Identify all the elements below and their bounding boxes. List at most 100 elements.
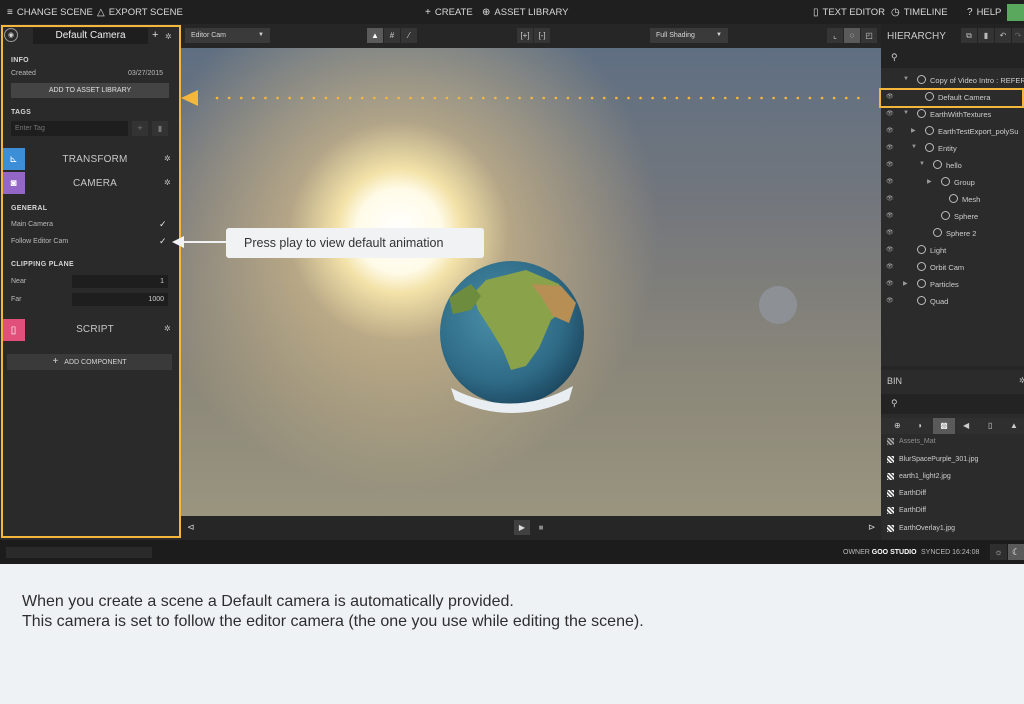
gear-icon[interactable]: ✲ bbox=[164, 178, 171, 187]
bin-item[interactable]: BlurSpacePurple_301.jpg bbox=[887, 456, 978, 463]
far-field[interactable]: 1000 bbox=[72, 293, 168, 306]
frame-icon[interactable]: [+] bbox=[517, 28, 533, 43]
hierarchy-row[interactable]: 👁 Light bbox=[881, 242, 1024, 259]
asset-library-button[interactable]: ⊕ ASSET LIBRARY bbox=[482, 0, 569, 24]
landscape-icon[interactable]: ▲ bbox=[367, 28, 383, 43]
bin-item[interactable]: EarthDiff bbox=[887, 490, 926, 497]
bin-search[interactable]: ⚲ bbox=[881, 394, 1024, 414]
gear-icon[interactable]: ✲ bbox=[165, 32, 172, 41]
add-component-button[interactable]: + ADD COMPONENT bbox=[7, 354, 172, 370]
hierarchy-search[interactable]: ⚲ bbox=[881, 48, 1024, 68]
gear-icon[interactable]: ✲ bbox=[164, 154, 171, 163]
hierarchy-row[interactable]: 👁 Quad bbox=[881, 293, 1024, 310]
hierarchy-row[interactable]: 👁 Default Camera bbox=[881, 89, 1024, 106]
hierarchy-row[interactable]: 👁 Mesh bbox=[881, 191, 1024, 208]
eye-icon[interactable]: 👁 bbox=[886, 195, 894, 202]
transform-header[interactable]: TRANSFORM bbox=[30, 154, 160, 165]
follow-editor-cam-checkbox[interactable]: ✓ bbox=[159, 236, 167, 247]
distant-sphere[interactable] bbox=[759, 286, 797, 324]
camera-select[interactable]: Editor Cam ▼ bbox=[185, 28, 270, 43]
hierarchy-row[interactable]: 👁 Orbit Cam bbox=[881, 259, 1024, 276]
texture-icon bbox=[887, 438, 894, 445]
rotate-icon[interactable]: ◌ bbox=[844, 28, 860, 43]
collapse-left-icon[interactable]: ⊲ bbox=[187, 522, 195, 533]
wand-icon[interactable]: ⁄ bbox=[401, 28, 417, 43]
stop-button[interactable]: ■ bbox=[533, 520, 549, 535]
trash-icon[interactable]: ▮ bbox=[978, 28, 994, 43]
eye-icon[interactable]: 👁 bbox=[886, 263, 894, 270]
help-button[interactable]: ? HELP bbox=[967, 0, 1001, 24]
eye-icon[interactable]: 👁 bbox=[886, 127, 894, 134]
sun-icon[interactable]: ☼ bbox=[990, 544, 1007, 560]
camera-icon: ◉ bbox=[4, 28, 18, 42]
hierarchy-row[interactable]: 👁 ▶ EarthTestExport_polySu bbox=[881, 123, 1024, 140]
material-filter-icon[interactable]: ◑ bbox=[917, 421, 922, 430]
timeline-button[interactable]: ◷ TIMELINE bbox=[891, 0, 948, 24]
bin-item[interactable]: EarthOverlay1.jpg bbox=[887, 525, 955, 532]
camera-header[interactable]: CAMERA bbox=[30, 178, 160, 189]
hierarchy-row[interactable]: 👁 Sphere 2 bbox=[881, 225, 1024, 242]
add-icon[interactable]: + bbox=[152, 29, 158, 41]
undo-icon[interactable]: ↶ bbox=[995, 28, 1011, 43]
script-filter-icon[interactable]: ▯ bbox=[988, 421, 992, 430]
duplicate-icon[interactable]: ⧉ bbox=[961, 28, 977, 43]
eye-icon[interactable]: 👁 bbox=[886, 229, 894, 236]
hierarchy-row[interactable]: 👁 Sphere bbox=[881, 208, 1024, 225]
text-editor-button[interactable]: ▯ TEXT EDITOR bbox=[813, 0, 885, 24]
expand-down-icon[interactable]: ▼ bbox=[919, 161, 925, 167]
eye-icon[interactable]: 👁 bbox=[886, 280, 894, 287]
eye-icon[interactable]: 👁 bbox=[886, 93, 894, 100]
hierarchy-row[interactable]: 👁 ▼ hello bbox=[881, 157, 1024, 174]
axis-icon[interactable]: ⌞ bbox=[827, 28, 843, 43]
hierarchy-row[interactable]: 👁 ▶ Particles bbox=[881, 276, 1024, 293]
scale-icon[interactable]: ◰ bbox=[861, 28, 877, 43]
script-header[interactable]: SCRIPT bbox=[30, 324, 160, 335]
eye-icon[interactable]: 👁 bbox=[886, 246, 894, 253]
texture-filter-icon[interactable]: ▩ bbox=[933, 418, 955, 434]
scene-filter-icon[interactable]: ▲ bbox=[1010, 421, 1018, 430]
bin-item[interactable]: EarthDiff bbox=[887, 507, 926, 514]
avatar[interactable] bbox=[1007, 4, 1024, 21]
hierarchy-row[interactable]: 👁 ▼ EarthWithTextures bbox=[881, 106, 1024, 123]
eye-icon[interactable]: 👁 bbox=[886, 178, 894, 185]
play-button[interactable]: ▶ bbox=[514, 520, 530, 535]
near-field[interactable]: 1 bbox=[72, 275, 168, 288]
eye-icon[interactable]: 👁 bbox=[886, 161, 894, 168]
bin-item[interactable]: Assets_Mat bbox=[887, 438, 936, 445]
hierarchy-row[interactable]: ▼ Copy of Video Intro : REFERE bbox=[881, 72, 1024, 89]
status-input[interactable] bbox=[6, 547, 152, 558]
redo-icon[interactable]: ↷ bbox=[1012, 28, 1024, 43]
scene-viewport[interactable] bbox=[181, 48, 881, 516]
add-to-asset-library-button[interactable]: ADD TO ASSET LIBRARY bbox=[11, 83, 169, 98]
entity-name-field[interactable]: Default Camera bbox=[33, 28, 148, 44]
gear-icon[interactable]: ✲ bbox=[1019, 376, 1024, 385]
gear-icon[interactable]: ✲ bbox=[164, 324, 171, 333]
delete-tag-button[interactable]: ▮ bbox=[152, 121, 168, 136]
moon-icon[interactable]: ☾ bbox=[1008, 544, 1024, 560]
collapse-right-icon[interactable]: ⊳ bbox=[868, 522, 876, 533]
hierarchy-row[interactable]: 👁 ▶ Group bbox=[881, 174, 1024, 191]
expand-down-icon[interactable]: ▼ bbox=[903, 110, 909, 116]
hierarchy-row[interactable]: 👁 ▼ Entity bbox=[881, 140, 1024, 157]
expand-right-icon[interactable]: ▶ bbox=[911, 127, 916, 134]
expand-right-icon[interactable]: ▶ bbox=[903, 280, 908, 287]
expand-down-icon[interactable]: ▼ bbox=[911, 144, 917, 150]
sound-filter-icon[interactable]: ◀ bbox=[963, 421, 969, 430]
add-tag-button[interactable]: + bbox=[132, 121, 148, 136]
grid-icon[interactable]: # bbox=[384, 28, 400, 43]
expand-right-icon[interactable]: ▶ bbox=[927, 178, 932, 185]
entity-filter-icon[interactable]: ⊕ bbox=[894, 421, 901, 430]
change-scene-button[interactable]: ≡ CHANGE SCENE bbox=[7, 0, 93, 24]
frame-selection-icon[interactable]: [-] bbox=[534, 28, 550, 43]
eye-icon[interactable]: 👁 bbox=[886, 212, 894, 219]
create-button[interactable]: + CREATE bbox=[425, 0, 473, 24]
bin-item[interactable]: earth1_light2.jpg bbox=[887, 473, 951, 480]
shading-select[interactable]: Full Shading ▼ bbox=[650, 28, 728, 43]
tag-input[interactable] bbox=[11, 121, 128, 136]
expand-down-icon[interactable]: ▼ bbox=[903, 76, 909, 82]
eye-icon[interactable]: 👁 bbox=[886, 297, 894, 304]
main-camera-checkbox[interactable]: ✓ bbox=[159, 219, 167, 230]
eye-icon[interactable]: 👁 bbox=[886, 110, 894, 117]
export-scene-button[interactable]: △ EXPORT SCENE bbox=[97, 0, 183, 24]
eye-icon[interactable]: 👁 bbox=[886, 144, 894, 151]
